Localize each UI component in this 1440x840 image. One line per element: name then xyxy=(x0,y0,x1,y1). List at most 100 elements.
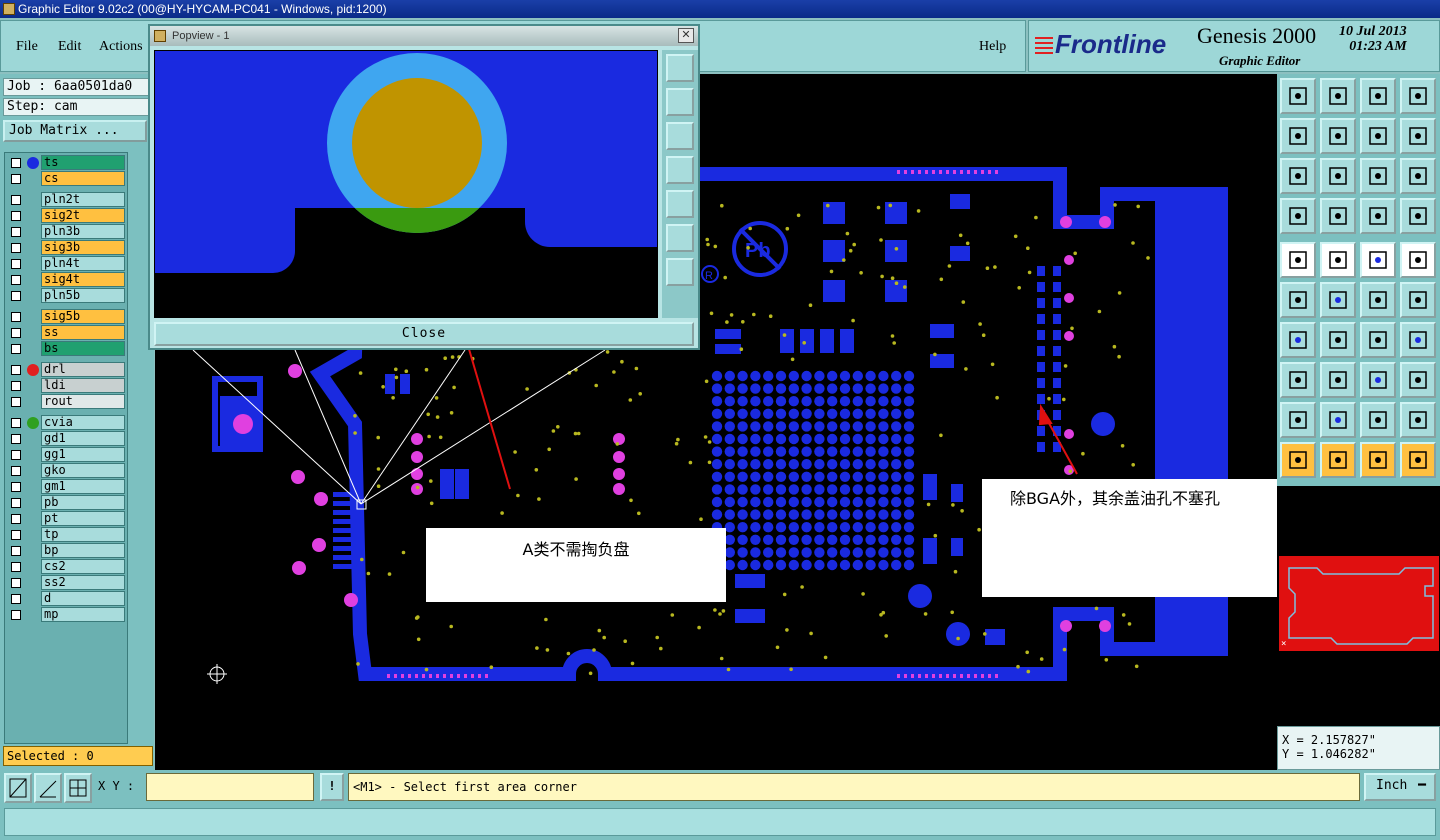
job-matrix-button[interactable]: Job Matrix ... xyxy=(3,120,147,142)
split-view-icon[interactable] xyxy=(1400,78,1436,114)
layer-checkbox[interactable] xyxy=(11,344,21,354)
layer-name[interactable]: cs2 xyxy=(41,559,125,574)
layer-row-gd1[interactable]: gd1 xyxy=(7,431,127,446)
pv-center-icon[interactable] xyxy=(666,258,694,286)
slash-icon[interactable] xyxy=(1320,322,1356,358)
layer-name[interactable]: gko xyxy=(41,463,125,478)
layer-name[interactable]: sig4t xyxy=(41,272,125,287)
exclaim-button[interactable]: ! xyxy=(320,773,344,801)
layer-name[interactable]: ss2 xyxy=(41,575,125,590)
popview-canvas[interactable] xyxy=(154,50,658,318)
layer-checkbox[interactable] xyxy=(11,578,21,588)
layer-checkbox[interactable] xyxy=(11,328,21,338)
snap-grid-icon[interactable] xyxy=(64,773,92,803)
layer-row-pln2t[interactable]: pln2t xyxy=(7,192,127,207)
menu-file[interactable]: File xyxy=(16,39,38,55)
layer-name[interactable]: mp xyxy=(41,607,125,622)
layer-name[interactable]: pln5b xyxy=(41,288,125,303)
layer-row-sig4t[interactable]: sig4t xyxy=(7,272,127,287)
layer-row-ts[interactable]: ts xyxy=(7,155,127,170)
layer-name[interactable]: d xyxy=(41,591,125,606)
layer-name[interactable]: pt xyxy=(41,511,125,526)
angle-pad-icon[interactable] xyxy=(1400,282,1436,318)
draw-icon[interactable] xyxy=(1320,242,1356,278)
tri4-icon[interactable] xyxy=(1400,402,1436,438)
layer-row-bp[interactable]: bp xyxy=(7,543,127,558)
layer-name[interactable]: gg1 xyxy=(41,447,125,462)
tri-icon[interactable] xyxy=(1280,402,1316,438)
grid-icon[interactable] xyxy=(1320,198,1356,234)
menu-help[interactable]: Help xyxy=(979,39,1006,55)
line-red-icon[interactable] xyxy=(1320,362,1356,398)
layer-checkbox[interactable] xyxy=(11,381,21,391)
layer-row-rout[interactable]: rout xyxy=(7,394,127,409)
layer-checkbox[interactable] xyxy=(11,158,21,168)
flow-icon[interactable] xyxy=(1400,442,1436,478)
layer-row-tp[interactable]: tp xyxy=(7,527,127,542)
layer-name[interactable]: pln4t xyxy=(41,256,125,271)
layer-name[interactable]: cs xyxy=(41,171,125,186)
layer-checkbox[interactable] xyxy=(11,275,21,285)
layer-row-d[interactable]: d xyxy=(7,591,127,606)
connect-icon[interactable] xyxy=(1360,198,1396,234)
layer-checkbox[interactable] xyxy=(11,434,21,444)
layer-name[interactable]: bs xyxy=(41,341,125,356)
pv-pan-up-icon[interactable] xyxy=(666,88,694,116)
wrench-icon[interactable] xyxy=(1280,198,1316,234)
xy-input[interactable] xyxy=(146,773,314,801)
layer-checkbox[interactable] xyxy=(11,227,21,237)
layer-row-cs2[interactable]: cs2 xyxy=(7,559,127,574)
layer-checkbox[interactable] xyxy=(11,243,21,253)
layer-row-pb[interactable]: pb xyxy=(7,495,127,510)
s-curve-icon[interactable] xyxy=(1400,118,1436,154)
layer-name[interactable]: tp xyxy=(41,527,125,542)
pad-icon[interactable] xyxy=(1400,242,1436,278)
layer-name[interactable]: gm1 xyxy=(41,479,125,494)
menu-actions[interactable]: Actions xyxy=(99,39,143,55)
layer-checkbox[interactable] xyxy=(11,498,21,508)
layer-checkbox[interactable] xyxy=(11,610,21,620)
layer-row-ss[interactable]: ss xyxy=(7,325,127,340)
layer-row-pln4t[interactable]: pln4t xyxy=(7,256,127,271)
open-job-icon[interactable] xyxy=(1280,78,1316,114)
ruler-icon[interactable] xyxy=(1360,242,1396,278)
home-icon[interactable] xyxy=(1360,78,1396,114)
swap-icon[interactable] xyxy=(1360,118,1396,154)
layer-row-cvia[interactable]: cvia xyxy=(7,415,127,430)
pointer-icon[interactable] xyxy=(1280,442,1316,478)
popview-close-x-icon[interactable]: ✕ xyxy=(678,28,694,43)
layer-row-pln5b[interactable]: pln5b xyxy=(7,288,127,303)
fit-icon[interactable] xyxy=(1280,158,1316,194)
multi-circle-icon[interactable] xyxy=(1400,362,1436,398)
layer-name[interactable]: gd1 xyxy=(41,431,125,446)
measure-icon[interactable] xyxy=(34,773,62,803)
layer-checkbox[interactable] xyxy=(11,514,21,524)
layer-name[interactable]: pln3b xyxy=(41,224,125,239)
step-forward-icon[interactable] xyxy=(1320,118,1356,154)
layer-checkbox[interactable] xyxy=(11,594,21,604)
dim-icon[interactable] xyxy=(1360,362,1396,398)
ff-icon[interactable] xyxy=(1400,322,1436,358)
pv-zoom-icon[interactable] xyxy=(666,54,694,82)
layer-checkbox[interactable] xyxy=(11,450,21,460)
layer-name[interactable]: ldi xyxy=(41,378,125,393)
layer-checkbox[interactable] xyxy=(11,397,21,407)
layer-row-sig2t[interactable]: sig2t xyxy=(7,208,127,223)
help-icon[interactable] xyxy=(1400,158,1436,194)
select-icon[interactable] xyxy=(1280,242,1316,278)
layer-name[interactable]: ts xyxy=(41,155,125,170)
layer-row-ss2[interactable]: ss2 xyxy=(7,575,127,590)
pv-pan-down-icon[interactable] xyxy=(666,122,694,150)
layer-name[interactable]: cvia xyxy=(41,415,125,430)
layer-row-sig3b[interactable]: sig3b xyxy=(7,240,127,255)
center-icon[interactable] xyxy=(1320,158,1356,194)
layer-checkbox[interactable] xyxy=(11,259,21,269)
arc-icon[interactable] xyxy=(1360,322,1396,358)
pv-fit-icon[interactable] xyxy=(666,224,694,252)
layer-checkbox[interactable] xyxy=(11,562,21,572)
minimap[interactable]: × xyxy=(1277,486,1440,726)
layer-name[interactable]: sig5b xyxy=(41,309,125,324)
layer-name[interactable]: drl xyxy=(41,362,125,377)
layer-checkbox[interactable] xyxy=(11,291,21,301)
layer-row-drl[interactable]: drl xyxy=(7,362,127,377)
